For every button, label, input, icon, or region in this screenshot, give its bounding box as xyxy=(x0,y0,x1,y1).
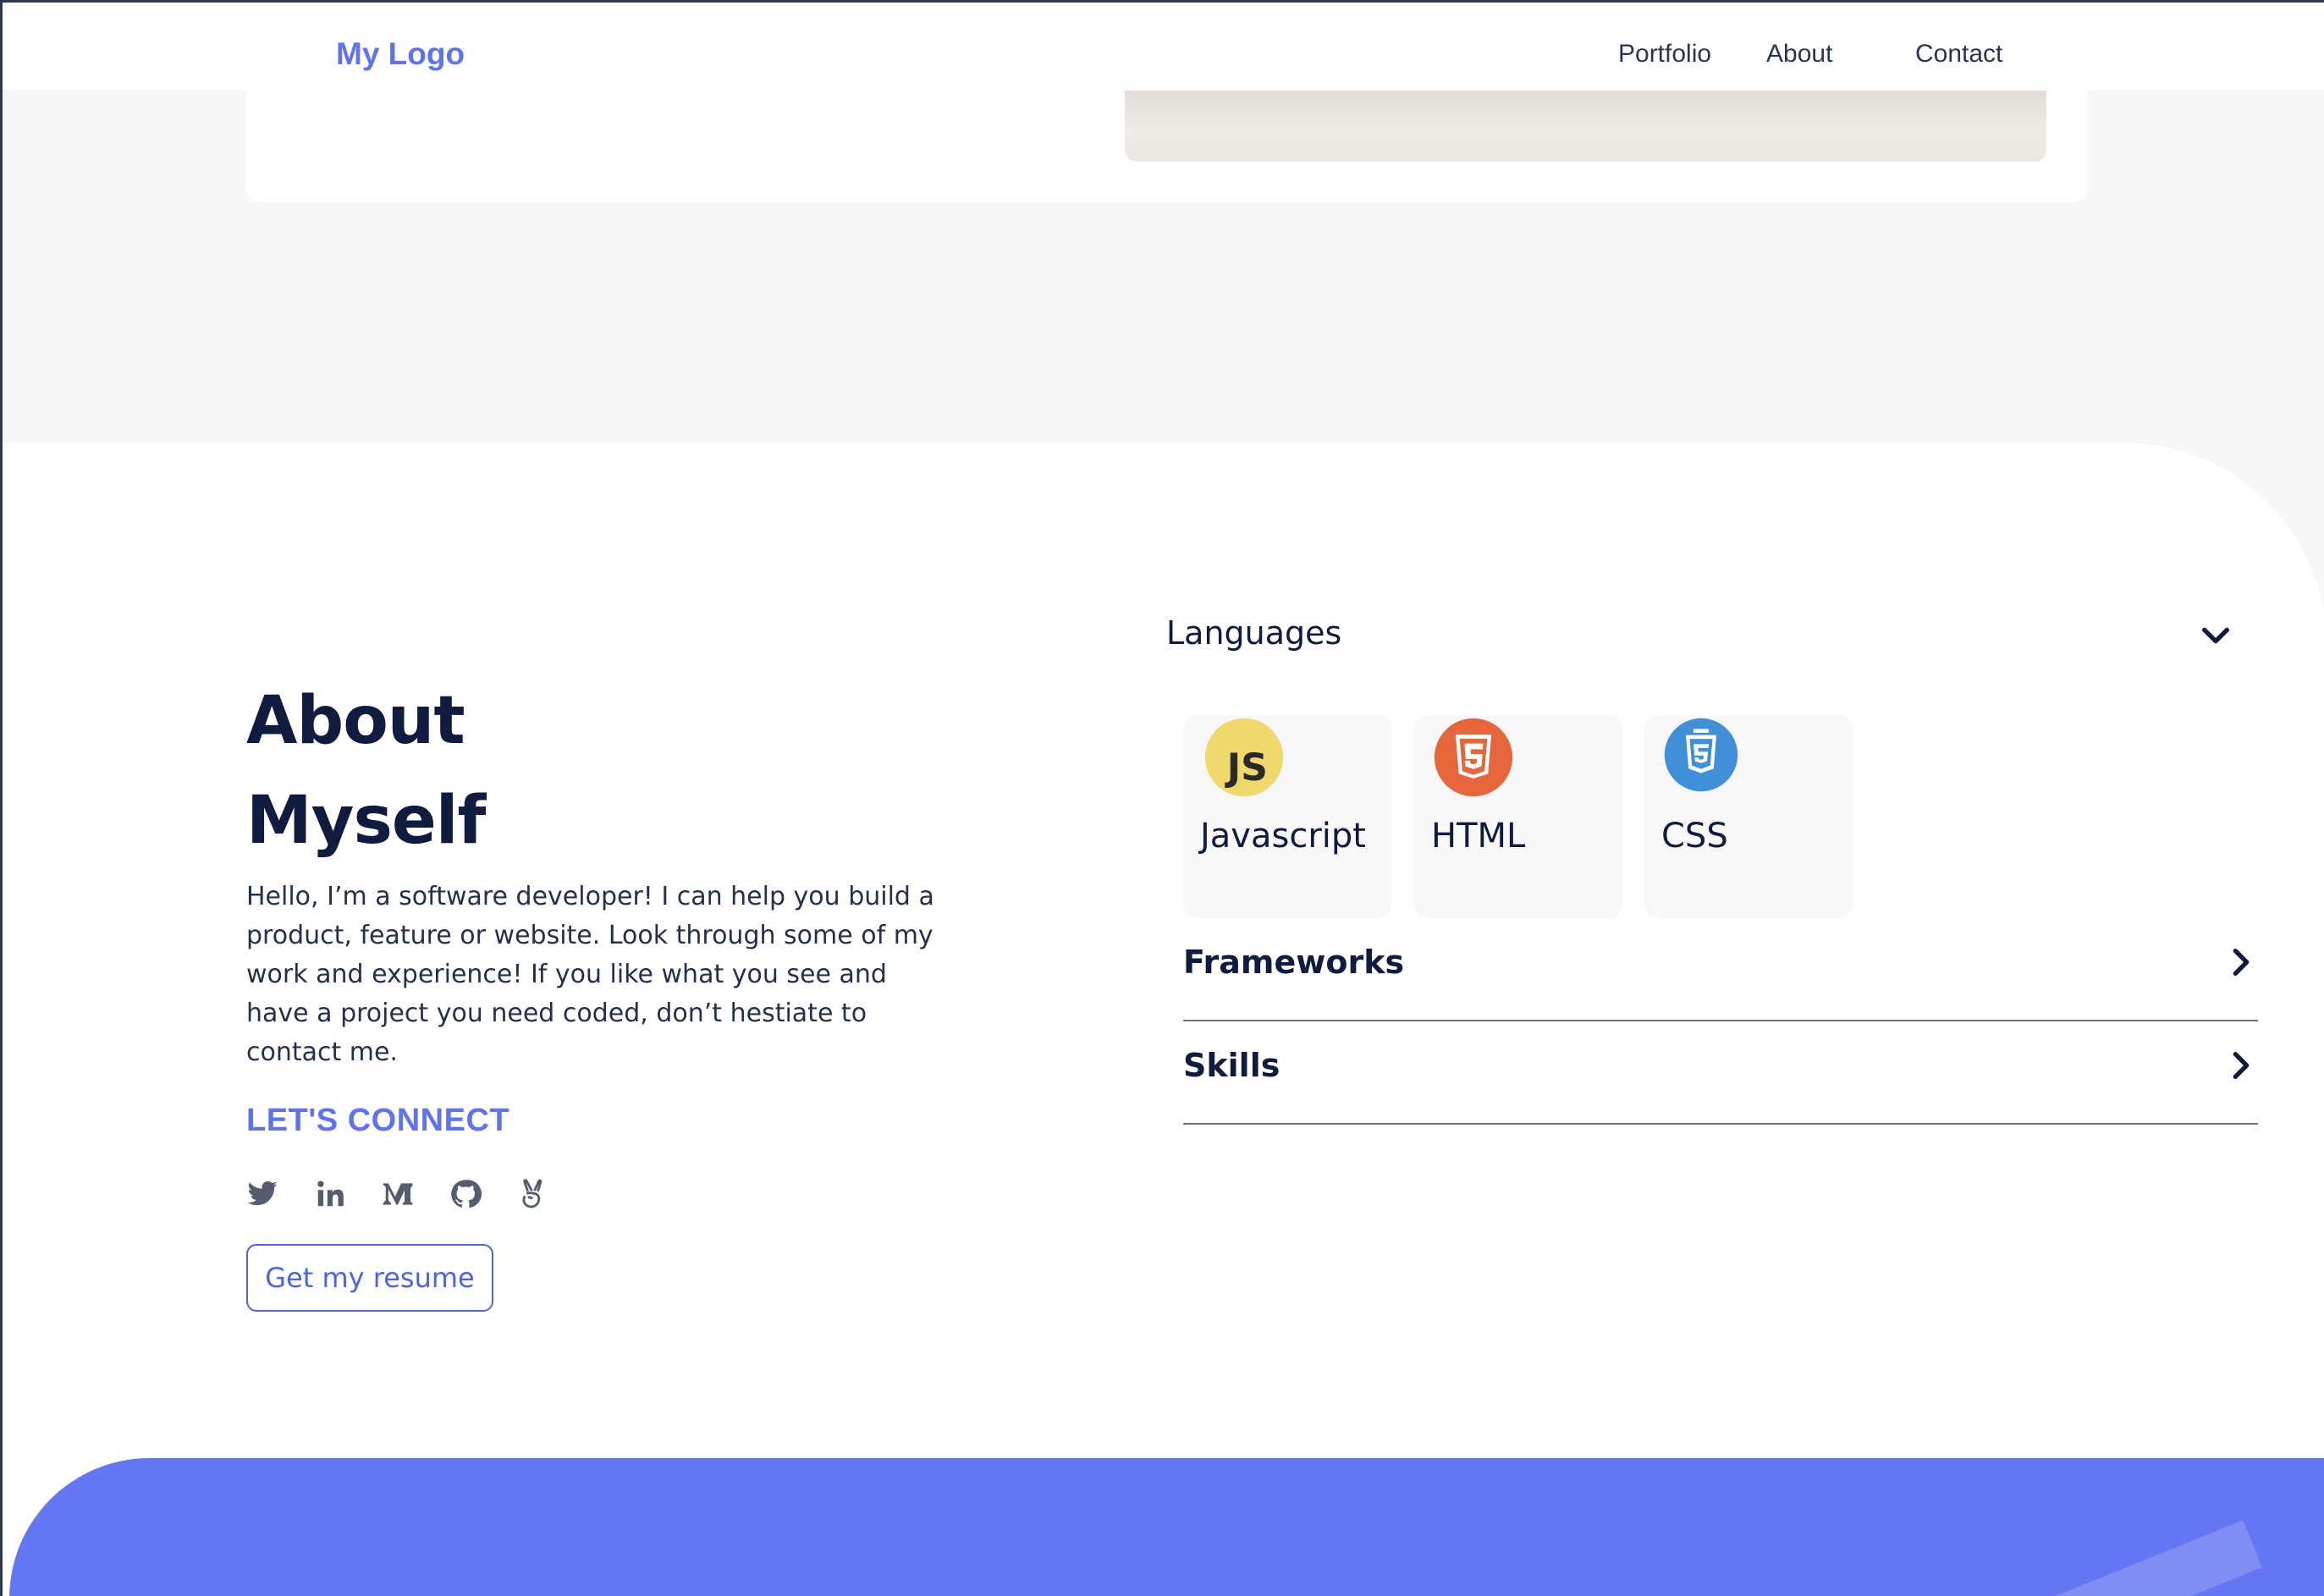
chevron-right-icon[interactable] xyxy=(2224,945,2258,979)
site-header: My Logo Portfolio About Contact xyxy=(3,3,2324,91)
angellist-icon[interactable] xyxy=(517,1178,549,1210)
language-label-javascript: Javascript xyxy=(1200,817,1366,856)
accordion-header-languages[interactable]: Languages xyxy=(1166,614,1341,652)
site-logo[interactable]: My Logo xyxy=(336,36,465,72)
about-heading-line2: Myself xyxy=(246,783,486,859)
chevron-right-icon[interactable] xyxy=(2224,1048,2258,1082)
footer-section xyxy=(9,1458,2324,1596)
github-icon[interactable] xyxy=(449,1178,482,1210)
get-resume-button[interactable]: Get my resume xyxy=(246,1244,493,1312)
project-card-image xyxy=(1125,91,2046,162)
medium-icon[interactable] xyxy=(382,1178,414,1210)
nav-link-portfolio[interactable]: Portfolio xyxy=(1618,40,1711,69)
nav-link-about[interactable]: About xyxy=(1766,40,1832,69)
about-description: Hello, I’m a software developer! I can h… xyxy=(246,882,934,1067)
css3-icon xyxy=(1664,718,1738,792)
language-card-css: CSS xyxy=(1644,715,1853,918)
accordion-row-frameworks[interactable]: Frameworks xyxy=(1183,918,2258,1021)
chevron-down-icon[interactable] xyxy=(2199,619,2233,652)
accordion-label-skills: Skills xyxy=(1183,1047,1280,1084)
language-label-html: HTML xyxy=(1431,817,1526,856)
about-heading: About Myself xyxy=(246,671,754,871)
javascript-icon: JS xyxy=(1204,718,1284,797)
social-links xyxy=(246,1177,549,1211)
svg-text:JS: JS xyxy=(1225,746,1268,790)
about-heading-line1: About xyxy=(246,683,465,759)
language-card-html: HTML xyxy=(1414,715,1622,918)
html5-icon xyxy=(1434,718,1513,797)
accordion-row-skills[interactable]: Skills xyxy=(1183,1021,2258,1125)
twitter-icon[interactable] xyxy=(246,1178,278,1210)
language-label-css: CSS xyxy=(1661,817,1728,856)
about-section: About Myself Hello, I’m a software devel… xyxy=(3,443,2324,1596)
connect-heading: LET'S CONNECT xyxy=(246,1103,510,1138)
linkedin-icon[interactable] xyxy=(314,1178,346,1210)
decorative-stripe xyxy=(2039,1520,2262,1596)
nav-link-contact[interactable]: Contact xyxy=(1915,40,2002,69)
accordion-label-frameworks: Frameworks xyxy=(1183,944,1405,981)
language-card-javascript: JS Javascript xyxy=(1183,715,1391,918)
